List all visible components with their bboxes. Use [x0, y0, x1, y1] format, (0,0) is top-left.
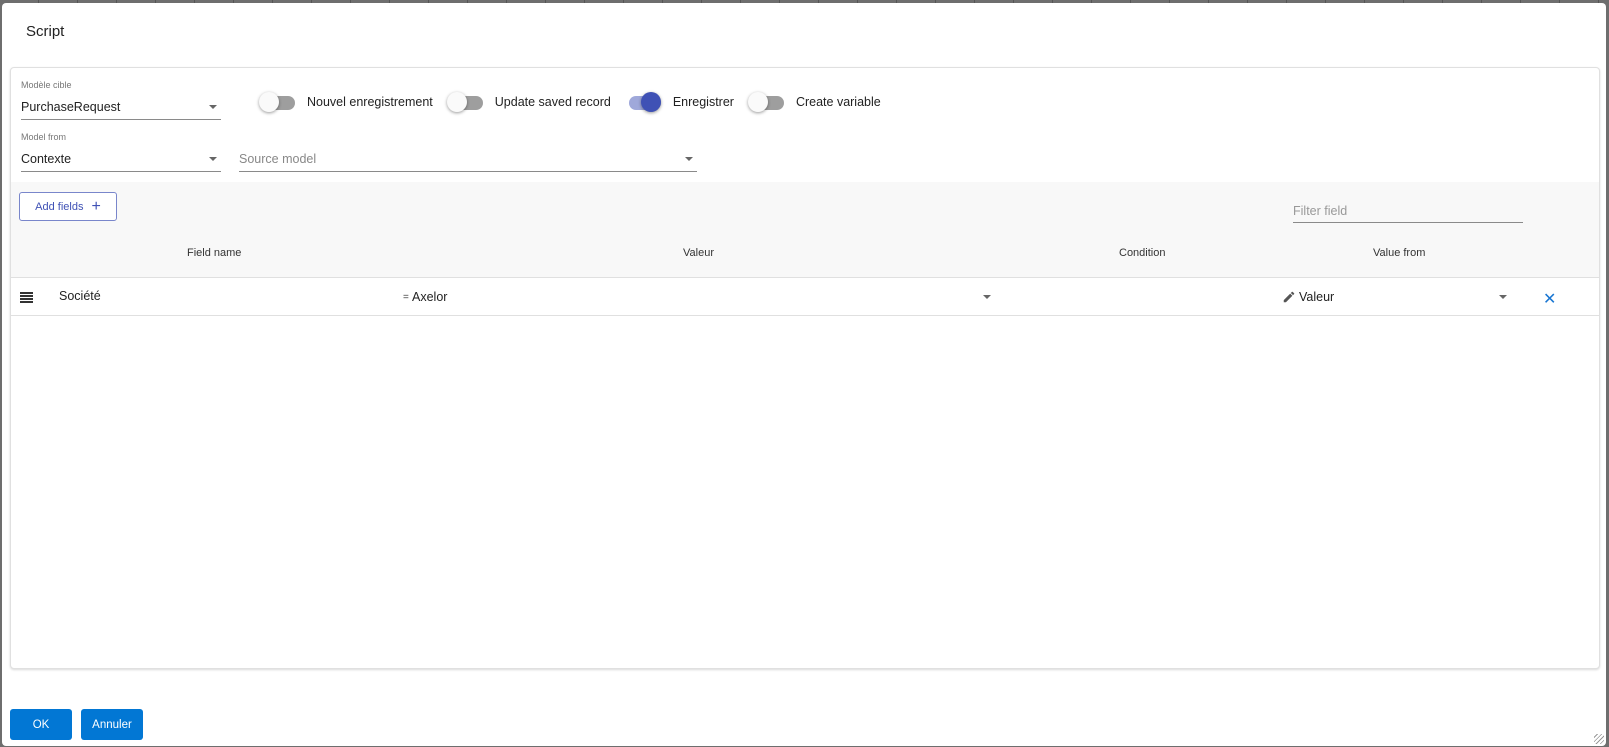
caret-down-icon: [983, 295, 991, 299]
target-model-field: Modèle cible PurchaseRequest: [21, 80, 221, 120]
model-from-select[interactable]: Contexte: [21, 146, 221, 172]
column-header-value: Valeur: [683, 247, 714, 259]
toggle-update-saved-record[interactable]: [446, 92, 483, 112]
source-model-select[interactable]: Source model: [239, 146, 697, 172]
toggle-new-record-label: Nouvel enregistrement: [307, 95, 433, 109]
source-model-placeholder: Source model: [239, 151, 317, 166]
caret-down-icon: [1499, 295, 1507, 299]
filter-field-input[interactable]: Filter field: [1293, 199, 1523, 223]
model-from-value: Contexte: [21, 151, 72, 166]
script-panel: Modèle cible PurchaseRequest Nouvel enre…: [10, 67, 1600, 669]
column-header-value-from: Value from: [1373, 247, 1426, 259]
toggle-save[interactable]: [625, 92, 661, 112]
table-row: Société = Axelor Valeur ✕: [11, 278, 1599, 316]
resize-grip-icon[interactable]: [1594, 734, 1604, 744]
value-from-select[interactable]: Valeur: [1299, 286, 1511, 308]
cancel-button[interactable]: Annuler: [81, 709, 143, 740]
ok-button[interactable]: OK: [10, 709, 72, 740]
fields-header-area: Add fields + Filter field Field name Val…: [11, 182, 1599, 278]
toggle-create-variable[interactable]: [747, 92, 784, 112]
options-toggles: Nouvel enregistrement Update saved recor…: [259, 92, 895, 112]
add-fields-label: Add fields: [35, 200, 84, 213]
add-fields-button[interactable]: Add fields +: [19, 192, 117, 221]
filter-field-placeholder: Filter field: [1293, 203, 1348, 218]
value-select-value: Axelor: [412, 290, 448, 304]
field-name-cell[interactable]: Société: [59, 289, 101, 303]
target-model-value: PurchaseRequest: [21, 99, 121, 114]
close-icon[interactable]: ✕: [1543, 289, 1556, 309]
dialog-title: Script: [26, 23, 65, 40]
toggle-update-saved-record-label: Update saved record: [494, 95, 611, 109]
toggle-create-variable-label: Create variable: [795, 95, 881, 109]
plus-icon: +: [91, 197, 101, 215]
model-from-label: Model from: [21, 132, 67, 142]
caret-down-icon: [209, 156, 217, 161]
operator-label: =: [403, 292, 409, 303]
caret-down-icon: [685, 156, 693, 161]
caret-down-icon: [209, 104, 217, 109]
model-from-field: Model from Contexte: [21, 132, 221, 172]
target-model-label: Modèle cible: [21, 80, 72, 90]
drag-handle-icon[interactable]: [20, 292, 33, 303]
script-dialog: Script Modèle cible PurchaseRequest Nouv…: [2, 3, 1606, 746]
value-select[interactable]: Axelor: [412, 286, 995, 308]
value-from-value: Valeur: [1299, 290, 1335, 304]
pencil-icon[interactable]: [1282, 290, 1296, 304]
toggle-save-label: Enregistrer: [672, 95, 734, 109]
column-header-condition: Condition: [1119, 247, 1166, 259]
toggle-new-record[interactable]: [259, 92, 295, 112]
target-model-select[interactable]: PurchaseRequest: [21, 94, 221, 120]
column-header-field-name: Field name: [187, 247, 242, 259]
